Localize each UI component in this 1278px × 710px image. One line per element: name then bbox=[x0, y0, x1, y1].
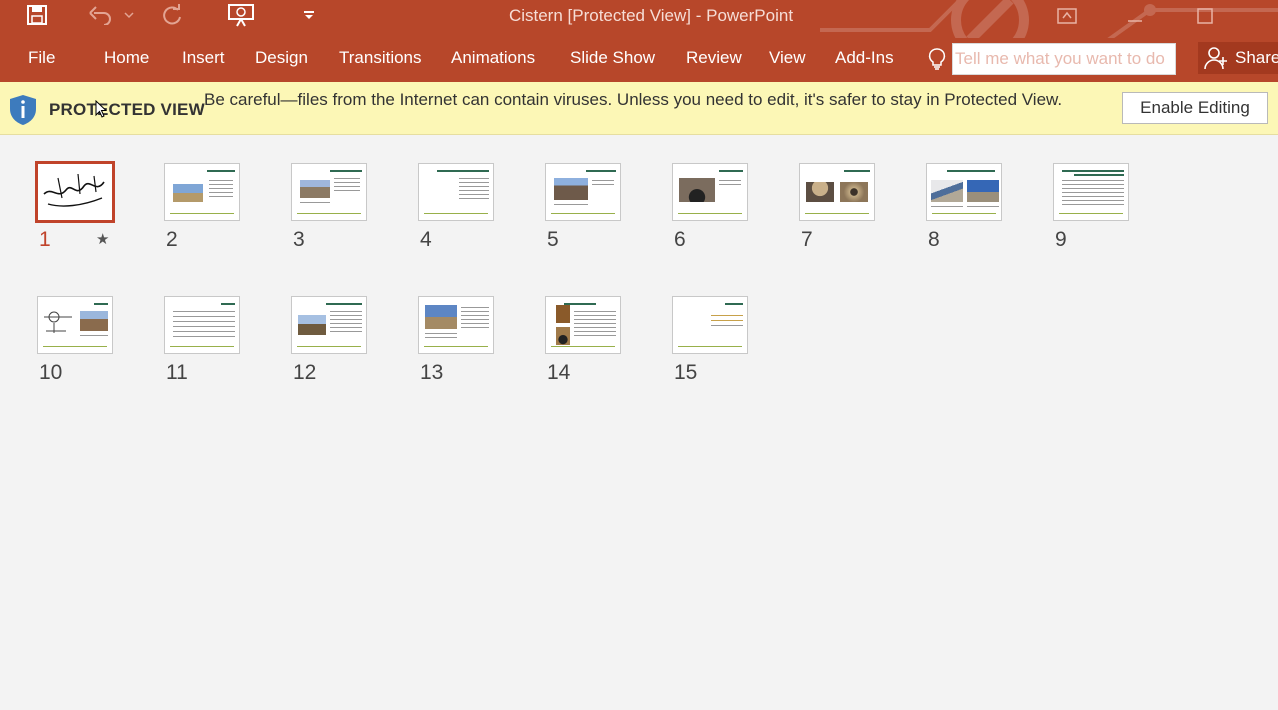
slide-thumbnail[interactable] bbox=[35, 161, 115, 223]
slide-number: 14 bbox=[547, 361, 571, 384]
slide-thumbnail[interactable] bbox=[418, 163, 494, 221]
calligraphy-image bbox=[43, 173, 105, 207]
person-icon bbox=[1204, 46, 1228, 70]
tab-design[interactable]: Design bbox=[255, 48, 308, 68]
slide-thumbnail[interactable] bbox=[1053, 163, 1129, 221]
slide-thumbnail[interactable] bbox=[291, 163, 367, 221]
ribbon-display-options-icon[interactable] bbox=[1044, 2, 1090, 30]
enable-editing-button[interactable]: Enable Editing bbox=[1122, 92, 1268, 124]
tell-me-input[interactable] bbox=[953, 44, 1175, 74]
tab-view[interactable]: View bbox=[769, 48, 806, 68]
slide-thumbnail[interactable] bbox=[418, 296, 494, 354]
tab-insert[interactable]: Insert bbox=[182, 48, 225, 68]
slide-number: 9 bbox=[1055, 228, 1067, 251]
slide-thumbnail[interactable] bbox=[672, 296, 748, 354]
slide-number: 2 bbox=[166, 228, 178, 251]
slide-thumbnail[interactable] bbox=[164, 163, 240, 221]
slide-number: 5 bbox=[547, 228, 559, 251]
protected-view-title: PROTECTED VIEW bbox=[49, 100, 205, 119]
slide-number: 13 bbox=[420, 361, 444, 384]
slide-number: 6 bbox=[674, 228, 686, 251]
tab-home[interactable]: Home bbox=[104, 48, 149, 68]
tab-add-ins[interactable]: Add-Ins bbox=[835, 48, 894, 68]
slide-number: 1 bbox=[39, 228, 51, 251]
slide-number: 10 bbox=[39, 361, 63, 384]
protected-view-message: Be careful—files from the Internet can c… bbox=[204, 90, 1063, 109]
protected-view-bar: PROTECTED VIEW Be careful—files from the… bbox=[0, 82, 1278, 135]
slide-sorter: 1 ★ 2 3 4 5 6 7 8 9 10 11 12 13 14 15 bbox=[0, 135, 1278, 710]
slide-thumbnail[interactable] bbox=[545, 296, 621, 354]
slide-thumbnail[interactable] bbox=[799, 163, 875, 221]
slide-thumbnail[interactable] bbox=[164, 296, 240, 354]
slide-number: 15 bbox=[674, 361, 698, 384]
tell-me-box[interactable] bbox=[952, 43, 1176, 75]
tab-transitions[interactable]: Transitions bbox=[339, 48, 422, 68]
slide-number: 7 bbox=[801, 228, 813, 251]
slide-thumbnail[interactable] bbox=[672, 163, 748, 221]
slide-number: 3 bbox=[293, 228, 305, 251]
slide-number: 12 bbox=[293, 361, 317, 384]
slide-number: 8 bbox=[928, 228, 940, 251]
slide-number: 11 bbox=[166, 361, 188, 384]
share-label: Share bbox=[1235, 48, 1278, 67]
tab-animations[interactable]: Animations bbox=[451, 48, 535, 68]
shield-info-icon bbox=[9, 94, 37, 131]
lightbulb-icon bbox=[928, 48, 946, 75]
title-bar: Cistern [Protected View] - PowerPoint bbox=[0, 0, 1278, 38]
slide-number: 4 bbox=[420, 228, 432, 251]
slide-thumbnail[interactable] bbox=[545, 163, 621, 221]
mouse-cursor-icon bbox=[95, 99, 108, 123]
maximize-icon[interactable] bbox=[1182, 2, 1228, 30]
tab-review[interactable]: Review bbox=[686, 48, 742, 68]
tab-slide-show[interactable]: Slide Show bbox=[570, 48, 655, 68]
slide-thumbnail[interactable] bbox=[291, 296, 367, 354]
minimize-icon[interactable] bbox=[1112, 2, 1158, 30]
slide-thumbnail[interactable] bbox=[926, 163, 1002, 221]
share-button[interactable]: Share bbox=[1198, 42, 1278, 74]
animation-star-icon[interactable]: ★ bbox=[96, 230, 109, 248]
slide-thumbnail[interactable] bbox=[37, 296, 113, 354]
tab-file[interactable]: File bbox=[28, 48, 55, 68]
